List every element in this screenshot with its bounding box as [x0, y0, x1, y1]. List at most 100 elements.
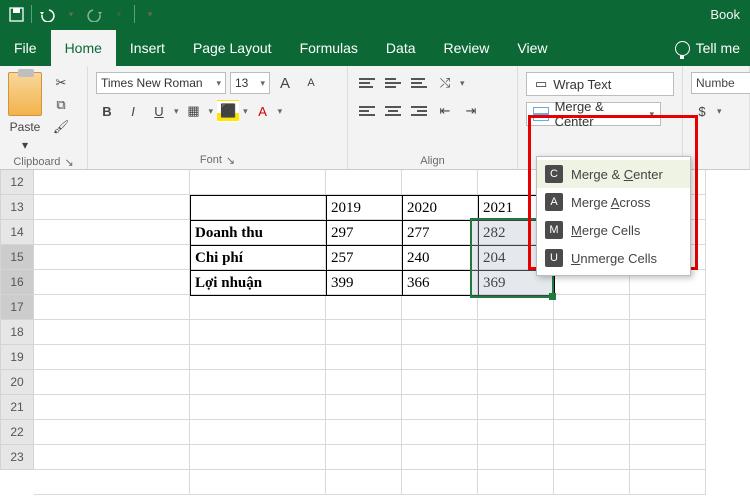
paste-button[interactable]: Paste▾ [8, 72, 42, 154]
row-headers: 12 13 14 15 16 17 18 19 20 21 22 23 [0, 170, 34, 470]
clipboard-launcher[interactable]: ↘ [64, 156, 73, 169]
currency-button[interactable]: $ [691, 100, 713, 122]
group-font: Times New Roman▾ 13▾ A A B I U▾ ▦▾ ⬛▾ A▾… [88, 66, 348, 169]
merge-dropdown-arrow[interactable]: ▾ [649, 109, 654, 120]
row-header[interactable]: 12 [0, 170, 34, 195]
align-left-icon[interactable] [356, 100, 378, 122]
copy-icon[interactable]: ⧉ [50, 94, 72, 116]
quick-access-toolbar: ▾ ▾ ▾ Book [0, 0, 750, 28]
window-title: Book [710, 7, 746, 22]
merge-dropdown-menu: CMerge & Center AMerge Across MMerge Cel… [536, 156, 691, 276]
underline-button[interactable]: U [148, 100, 170, 122]
group-clipboard: Paste▾ ✂ ⧉ 🖌 Clipboard ↘ [0, 66, 88, 169]
row-header[interactable]: 17 [0, 295, 34, 320]
number-format-value: Numbe [696, 76, 735, 90]
cell[interactable]: 297 [327, 221, 403, 246]
cell[interactable]: Lợi nhuận [191, 271, 327, 296]
align-center-icon[interactable] [382, 100, 404, 122]
tab-review[interactable]: Review [430, 30, 504, 66]
cell[interactable]: 2019 [327, 196, 403, 221]
menu-merge-cells[interactable]: MMerge Cells [537, 216, 690, 244]
menu-merge-across[interactable]: AMerge Across [537, 188, 690, 216]
group-alignment: ⤭▾ ⇤ ⇥ Align [348, 66, 518, 169]
redo-icon[interactable] [83, 2, 107, 26]
italic-button[interactable]: I [122, 100, 144, 122]
wrap-icon: ▭ [535, 76, 547, 92]
tab-home[interactable]: Home [51, 30, 116, 66]
merge-label: Merge & Center [555, 99, 644, 129]
format-painter-icon[interactable]: 🖌 [50, 116, 72, 138]
kbd-hint: M [545, 221, 563, 239]
bold-button[interactable]: B [96, 100, 118, 122]
menu-unmerge-cells[interactable]: UUnmerge Cells [537, 244, 690, 272]
row-header[interactable]: 22 [0, 420, 34, 445]
merge-icon [533, 107, 549, 121]
row-header[interactable]: 19 [0, 345, 34, 370]
increase-indent-icon[interactable]: ⇥ [460, 100, 482, 122]
menu-merge-center[interactable]: CMerge & Center [537, 160, 690, 188]
undo-icon[interactable] [35, 2, 59, 26]
grow-font-icon[interactable]: A [274, 72, 296, 94]
tab-view[interactable]: View [503, 30, 561, 66]
tab-formulas[interactable]: Formulas [286, 30, 372, 66]
row-header[interactable]: 20 [0, 370, 34, 395]
clipboard-label: Clipboard [13, 156, 60, 169]
kbd-hint: C [545, 165, 563, 183]
number-format-select[interactable]: Numbe [691, 72, 750, 94]
tab-page-layout[interactable]: Page Layout [179, 30, 286, 66]
cell[interactable]: 399 [327, 271, 403, 296]
cell[interactable]: Chi phí [191, 246, 327, 271]
cell[interactable] [191, 196, 327, 221]
kbd-hint: U [545, 249, 563, 267]
font-name-select[interactable]: Times New Roman▾ [96, 72, 226, 94]
row-header[interactable]: 21 [0, 395, 34, 420]
font-color-button[interactable]: A [252, 100, 274, 122]
cell[interactable]: 2020 [403, 196, 479, 221]
group-number: Numbe $▾ [682, 66, 750, 169]
cell[interactable]: 257 [327, 246, 403, 271]
paste-icon [8, 72, 42, 116]
row-header[interactable]: 14 [0, 220, 34, 245]
save-icon[interactable] [4, 2, 28, 26]
font-size-select[interactable]: 13▾ [230, 72, 270, 94]
font-launcher[interactable]: ↘ [226, 154, 235, 167]
fill-color-button[interactable]: ⬛ [217, 100, 239, 122]
fill-handle[interactable] [549, 293, 556, 300]
font-name-value: Times New Roman [101, 76, 203, 90]
row-header[interactable]: 13 [0, 195, 34, 220]
wrap-text-button[interactable]: ▭ Wrap Text [526, 72, 674, 96]
row-header[interactable]: 23 [0, 445, 34, 470]
shrink-font-icon[interactable]: A [300, 72, 322, 94]
align-group-label: Align [420, 155, 444, 167]
row-header[interactable]: 15 [0, 245, 34, 270]
cell[interactable]: Doanh thu [191, 221, 327, 246]
undo-dropdown[interactable]: ▾ [59, 2, 83, 26]
redo-dropdown[interactable]: ▾ [107, 2, 131, 26]
wrap-label: Wrap Text [553, 77, 611, 92]
font-group-label: Font [200, 154, 222, 167]
cut-icon[interactable]: ✂ [50, 72, 72, 94]
tab-file[interactable]: File [0, 30, 51, 66]
row-header[interactable]: 16 [0, 270, 34, 295]
tab-insert[interactable]: Insert [116, 30, 179, 66]
align-bottom-icon[interactable] [408, 72, 430, 94]
tell-me[interactable]: Tell me [665, 30, 750, 66]
tell-me-label: Tell me [696, 40, 740, 56]
row-header[interactable]: 18 [0, 320, 34, 345]
align-middle-icon[interactable] [382, 72, 404, 94]
tab-data[interactable]: Data [372, 30, 430, 66]
align-right-icon[interactable] [408, 100, 430, 122]
decrease-indent-icon[interactable]: ⇤ [434, 100, 456, 122]
border-button[interactable]: ▦ [183, 100, 205, 122]
qat-customize[interactable]: ▾ [138, 2, 162, 26]
align-top-icon[interactable] [356, 72, 378, 94]
cell[interactable]: 240 [403, 246, 479, 271]
ribbon-tabs: File Home Insert Page Layout Formulas Da… [0, 28, 750, 66]
group-wrap-merge: ▭ Wrap Text Merge & Center ▾ [518, 66, 682, 169]
lightbulb-icon [675, 41, 690, 56]
cell[interactable]: 366 [403, 271, 479, 296]
ribbon: Paste▾ ✂ ⧉ 🖌 Clipboard↘ Times New Roman▾… [0, 66, 750, 170]
cell[interactable]: 277 [403, 221, 479, 246]
merge-center-button[interactable]: Merge & Center ▾ [526, 102, 661, 126]
orientation-icon[interactable]: ⤭ [434, 72, 456, 94]
